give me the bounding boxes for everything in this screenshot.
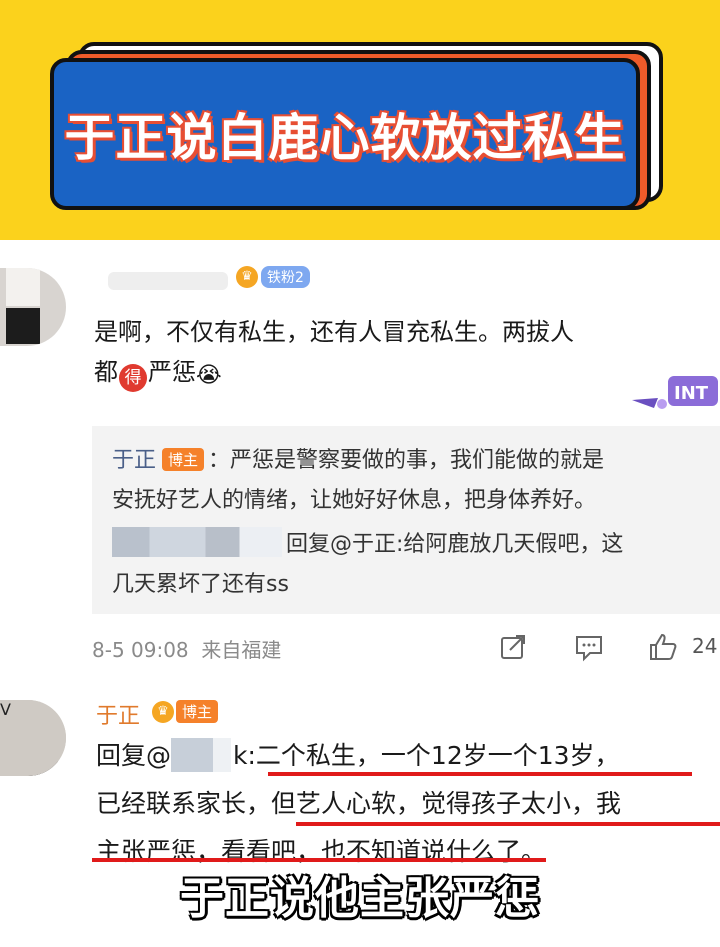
reply-author[interactable]: 于正 [112, 448, 156, 473]
share-icon[interactable] [498, 632, 528, 662]
svg-text:INT: INT [674, 383, 709, 404]
host-badge: ♛ 博主 [152, 700, 219, 723]
commenter-name-blurred[interactable] [108, 272, 228, 290]
banner-title: 于正说白鹿心软放过私生 [64, 109, 626, 167]
red-underline [268, 772, 692, 776]
red-underline [296, 822, 720, 826]
comment-line-1: 是啊，不仅有私生，还有人冒充私生。两拔人 [94, 318, 574, 346]
reply-line-1: 回复@ k:二个私生，一个12岁一个13岁， [96, 736, 620, 772]
comment-text: 是啊，不仅有私生，还有人冒充私生。两拔人 都得严惩😭 [94, 312, 694, 396]
reply-line-2: 已经联系家长，但艺人心软，觉得孩子太小，我 [96, 789, 622, 818]
de-emoji-badge: 得 [119, 364, 147, 392]
commenter-avatar[interactable] [0, 268, 66, 346]
comment-line-2: 都得严惩😭 [94, 352, 694, 396]
fan-badge-label: 铁粉2 [261, 266, 310, 288]
host-badge: 博主 [162, 448, 205, 471]
author-name[interactable]: 于正 [96, 698, 140, 730]
reply-1-cont: 安抚好艺人的情绪，让她好好休息，把身体养好。 [112, 488, 597, 513]
crown-icon: ♛ [152, 700, 174, 723]
reply-1: 于正 博主 ：严惩是警察要做的事，我们能做的就是 [112, 448, 605, 473]
timestamp: 8-5 09:08 [92, 638, 189, 662]
blurred-username[interactable] [112, 527, 282, 557]
like-icon[interactable] [648, 632, 678, 662]
crown-icon: ♛ [236, 266, 258, 288]
reply-2-cont: 几天累坏了还有ss [112, 572, 289, 597]
blurred-username[interactable] [171, 738, 232, 772]
comment-meta: 8-5 09:08 来自福建 [92, 634, 281, 663]
deco-sticker-icon: INT [632, 376, 718, 409]
reply-thread[interactable]: 于正 博主 ：严惩是警察要做的事，我们能做的就是 安抚好艺人的情绪，让她好好休息，把… [92, 426, 720, 614]
comment-icon[interactable] [574, 632, 604, 662]
fan-badge: ♛ 铁粉2 [236, 266, 310, 288]
host-badge-label: 博主 [176, 700, 219, 723]
crying-emoji: 😭 [196, 363, 222, 388]
title-card: 于正说白鹿心软放过私生 [50, 58, 640, 210]
video-caption: 于正说他主张严惩 [180, 873, 540, 924]
source-location: 来自福建 [201, 638, 282, 662]
like-count: 24 [692, 634, 718, 658]
reply-2: 回复@于正:给阿鹿放几天假吧，这 [112, 526, 623, 558]
title-banner: 于正说白鹿心软放过私生 [0, 0, 720, 240]
